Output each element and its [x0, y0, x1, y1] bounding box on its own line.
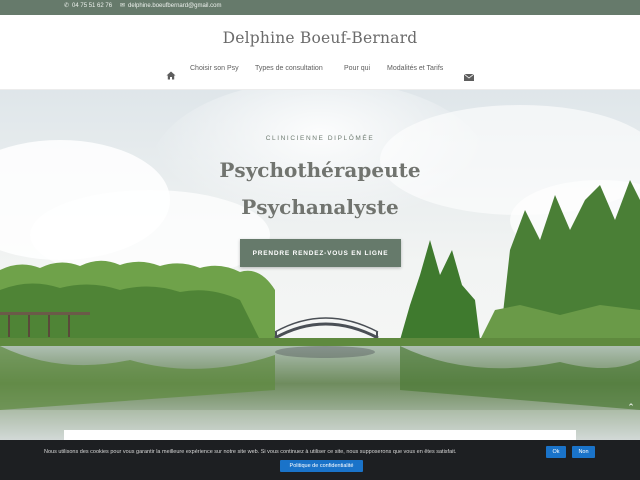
content-area [64, 430, 576, 440]
email-link[interactable]: ✉ delphine.boeufbernard@gmail.com [120, 3, 222, 9]
cookie-decline-button[interactable]: Non [572, 446, 595, 458]
privacy-policy-button[interactable]: Politique de confidentialité [280, 460, 363, 472]
nav-item-types-de-consultation[interactable]: Types de consultation [255, 65, 323, 72]
envelope-icon: ✉ [120, 3, 126, 9]
main-nav: Choisir son Psy Types de consultation Po… [0, 65, 640, 81]
phone-link[interactable]: ✆ 04 75 51 62 76 [64, 3, 112, 9]
hero-section: CLINICIENNE DIPLÔMÉE Psychothérapeute Ps… [0, 90, 640, 440]
site-header: Delphine Boeuf-Bernard Choisir son Psy T… [0, 15, 640, 90]
hero-title-line-1: Psychothérapeute [219, 158, 421, 182]
scroll-to-top-icon[interactable]: ⌃ [625, 402, 637, 414]
email-address: delphine.boeufbernard@gmail.com [128, 3, 222, 9]
site-title[interactable]: Delphine Boeuf-Bernard [0, 29, 640, 47]
hero-eyebrow: CLINICIENNE DIPLÔMÉE [265, 135, 375, 142]
contact-envelope-icon[interactable] [463, 66, 476, 81]
phone-icon: ✆ [64, 3, 70, 9]
cookie-notice-text: Nous utilisons des cookies pour vous gar… [44, 449, 457, 455]
nav-item-pour-qui[interactable]: Pour qui [344, 65, 370, 72]
cookie-accept-button[interactable]: Ok [546, 446, 566, 458]
nav-item-choisir-son-psy[interactable]: Choisir son Psy [190, 65, 239, 72]
cookie-consent-bar: Nous utilisons des cookies pour vous gar… [0, 440, 640, 480]
home-icon[interactable] [166, 65, 178, 80]
book-appointment-button[interactable]: PRENDRE RENDEZ-VOUS EN LIGNE [240, 239, 401, 267]
hero-title-line-2: Psychanalyste [241, 195, 399, 219]
nav-item-modalites-et-tarifs[interactable]: Modalités et Tarifs [387, 65, 443, 72]
top-bar: ✆ 04 75 51 62 76 ✉ delphine.boeufbernard… [0, 0, 640, 15]
phone-number: 04 75 51 62 76 [72, 3, 113, 9]
